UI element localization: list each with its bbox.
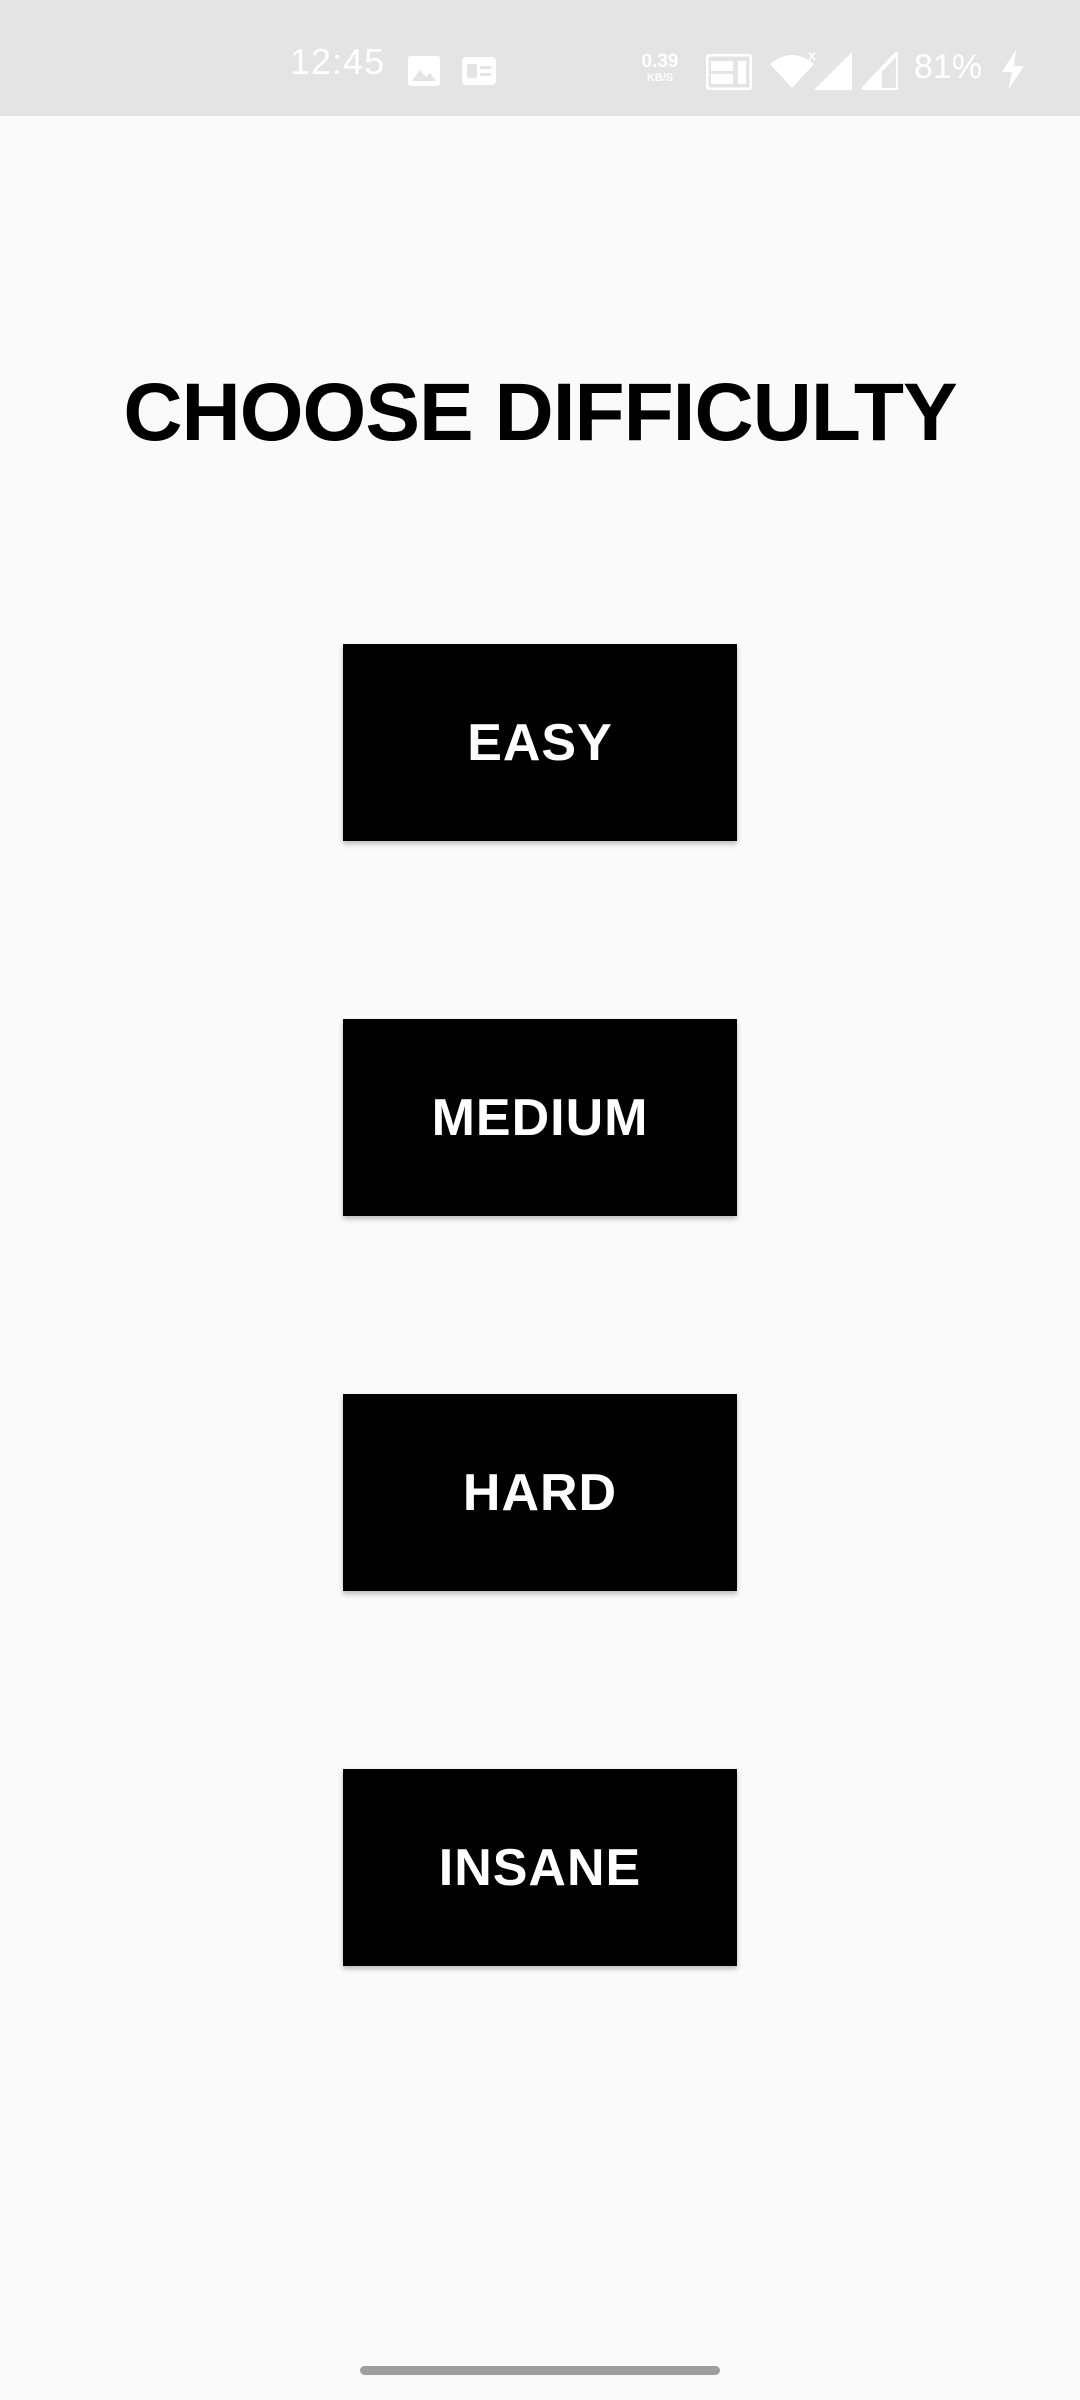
charging-icon <box>1002 50 1024 90</box>
insane-button[interactable]: INSANE <box>343 1769 737 1966</box>
status-time: 12:45 <box>290 41 386 82</box>
easy-button[interactable]: EASY <box>343 644 737 841</box>
home-indicator[interactable] <box>360 2366 720 2375</box>
page-title: CHOOSE DIFFICULTY <box>123 367 957 458</box>
status-bar: 12:45 0.39 KB/S x 81% <box>0 0 1080 116</box>
sim-card-icon <box>462 57 496 85</box>
signal-icon <box>814 52 852 90</box>
main-content: CHOOSE DIFFICULTY EASY MEDIUM HARD INSAN… <box>0 116 1080 2400</box>
medium-button[interactable]: MEDIUM <box>343 1019 737 1216</box>
image-icon <box>408 56 440 86</box>
hard-button[interactable]: HARD <box>343 1394 737 1591</box>
network-speed: 0.39 KB/S <box>641 51 679 84</box>
wifi-icon: x <box>770 50 816 88</box>
battery-percent: 81% <box>914 48 983 86</box>
signal-icon <box>862 52 898 90</box>
volte-icon <box>706 54 752 90</box>
